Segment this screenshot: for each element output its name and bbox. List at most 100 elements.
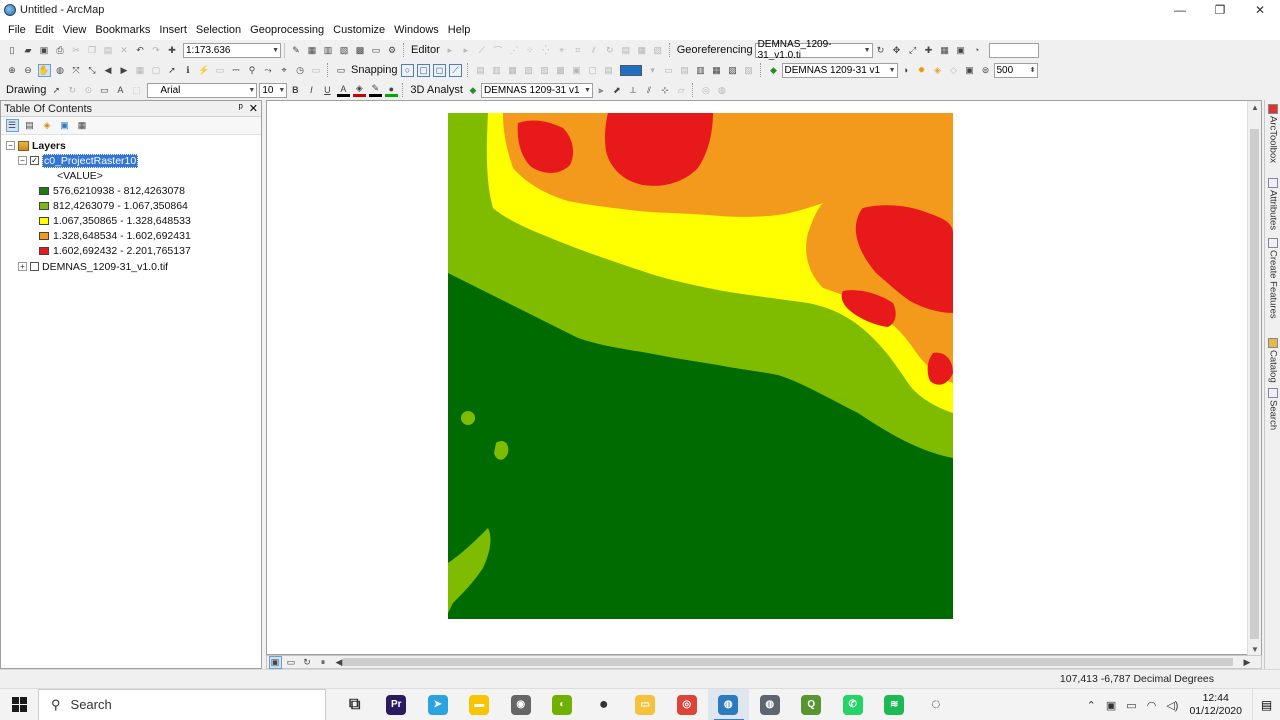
legend-class[interactable]: 576,6210938 - 812,4263078 <box>39 183 185 198</box>
cut-icon[interactable]: ✂ <box>70 44 83 57</box>
clock[interactable]: 12:44 01/12/2020 <box>1189 692 1242 718</box>
taskbar-app-nvidia[interactable]: ◐ <box>542 689 584 720</box>
dock-tab-catalog[interactable]: Catalog <box>1266 338 1280 383</box>
battery-icon[interactable]: ▭ <box>1126 699 1136 712</box>
taskbar-app-file-explorer[interactable]: ▭ <box>625 689 667 720</box>
save-icon[interactable]: ▣ <box>38 44 51 57</box>
collapse-icon[interactable]: − <box>18 156 27 165</box>
raster-tool11-icon[interactable]: ▤ <box>678 64 691 77</box>
dock-tab-create-features[interactable]: Create Features <box>1266 238 1280 319</box>
select-elements-icon[interactable]: ➚ <box>166 64 179 77</box>
python-window-icon[interactable]: ▭ <box>370 44 383 57</box>
menu-customize[interactable]: Customize <box>329 24 389 36</box>
pin-icon[interactable]: ᵖ <box>239 102 243 115</box>
print-icon[interactable]: ⎙ <box>54 44 67 57</box>
zoom-whole-icon[interactable]: ⊙ <box>82 84 95 97</box>
analyst-layer-combo[interactable]: DEMNAS 1209-31 v1 ▼ <box>480 82 593 98</box>
rotate-draw-icon[interactable]: ↻ <box>66 84 79 97</box>
delete-icon[interactable]: ✕ <box>118 44 131 57</box>
list-by-selection-icon[interactable]: ▣ <box>58 119 71 132</box>
editor-menu[interactable]: Editor <box>411 44 440 56</box>
raster-tool6-icon[interactable]: ▩ <box>554 64 567 77</box>
minimize-button[interactable]: — <box>1160 0 1200 20</box>
undo-icon[interactable]: ↶ <box>134 44 147 57</box>
zoom-out-icon[interactable]: ⊖ <box>22 64 35 77</box>
raster-tool5-icon[interactable]: ▨ <box>538 64 551 77</box>
viewer-window-icon[interactable]: ▭ <box>310 64 323 77</box>
scroll-right-icon[interactable]: ▶ <box>1241 656 1254 669</box>
raster-tool8-icon[interactable]: ▢ <box>586 64 599 77</box>
dem-raster[interactable] <box>448 113 953 619</box>
interpolate-point-icon[interactable]: ⊹ <box>658 84 671 97</box>
effect-value-combo[interactable]: 500 ⬍ <box>993 62 1038 78</box>
raster-tool3-icon[interactable]: ▦ <box>506 64 519 77</box>
raster-tool9-icon[interactable]: ▤ <box>602 64 615 77</box>
list-by-source-icon[interactable]: ▤ <box>23 119 36 132</box>
arctoolbox-icon[interactable]: ▩ <box>354 44 367 57</box>
dock-tab-arctoolbox[interactable]: ArcToolbox <box>1266 104 1280 163</box>
collapse-icon[interactable]: − <box>6 141 15 150</box>
raster-tool2-icon[interactable]: ▥ <box>490 64 503 77</box>
interpolate-line-icon[interactable]: ⫽ <box>642 84 655 97</box>
contrast-icon[interactable]: ◑ <box>899 64 912 77</box>
menu-file[interactable]: File <box>4 24 30 36</box>
map-scale-combo[interactable]: 1:173.636 ▼ <box>183 42 281 58</box>
copy-icon[interactable]: ❐ <box>86 44 99 57</box>
edit-vertices-icon[interactable]: ⁛ <box>539 44 552 57</box>
create-features-icon[interactable]: ▧ <box>651 44 664 57</box>
taskbar-app-qgis[interactable]: Q <box>791 689 833 720</box>
new-icon[interactable]: ▯ <box>6 44 19 57</box>
expand-icon[interactable]: + <box>18 262 27 271</box>
taskbar-app-arcmap[interactable]: ◍ <box>707 688 749 720</box>
legend-class[interactable]: 812,4263079 - 1.067,350864 <box>39 198 188 213</box>
georef-input[interactable] <box>988 42 1039 58</box>
snapping-menu[interactable]: Snapping <box>351 64 398 76</box>
raster-tool1-icon[interactable]: ▤ <box>474 64 487 77</box>
layer-name[interactable]: c0_ProjectRaster10 <box>42 153 139 168</box>
raster-tool10-icon[interactable]: ▭ <box>662 64 675 77</box>
taskbar-app-sticky-notes[interactable]: ▬ <box>459 689 501 720</box>
model-builder-icon[interactable]: ⚙ <box>386 44 399 57</box>
font-color-icon[interactable]: A <box>336 84 350 97</box>
scroll-up-icon[interactable]: ▲ <box>1248 103 1262 112</box>
edit-annotation-icon[interactable]: ▸ <box>459 44 472 57</box>
taskbar-app-premiere[interactable]: Pr <box>376 689 418 720</box>
close-button[interactable]: ✕ <box>1240 0 1280 20</box>
pan-icon[interactable]: ✋ <box>37 63 51 77</box>
full-extent-icon[interactable]: ◍ <box>54 64 67 77</box>
rotate-georef-icon[interactable]: ↻ <box>874 44 887 57</box>
effects-layer-combo[interactable]: DEMNAS 1209-31 v1 ▼ <box>781 62 898 78</box>
legend-class[interactable]: 1.602,692432 - 2.201,765137 <box>39 243 191 258</box>
search-window-icon[interactable]: ▧ <box>338 44 351 57</box>
pause-drawing-icon[interactable]: ⏸ <box>317 656 330 669</box>
taskbar-app-obs[interactable]: ● <box>583 689 625 720</box>
attributes-icon[interactable]: ▤ <box>619 44 632 57</box>
zoom-in-icon[interactable]: ⊕ <box>6 64 19 77</box>
profile-graph-icon[interactable]: ▱ <box>674 84 687 97</box>
transparency-icon[interactable]: ◈ <box>931 64 944 77</box>
catalog-window-icon[interactable]: ▥ <box>322 44 335 57</box>
split-icon[interactable]: ⫽ <box>587 44 600 57</box>
clear-selection-icon[interactable]: ▢ <box>150 64 163 77</box>
underline-button[interactable]: U <box>321 84 334 97</box>
edge-snapping-icon[interactable]: ⟋ <box>449 63 462 77</box>
raster-tool4-icon[interactable]: ▧ <box>522 64 535 77</box>
layer-row[interactable]: − ✓ c0_ProjectRaster10 <box>18 153 139 168</box>
menu-geoprocessing[interactable]: Geoprocessing <box>246 24 328 36</box>
wifi-icon[interactable]: ◠ <box>1147 699 1157 712</box>
taskbar-search[interactable]: ⚲ Search <box>38 688 326 720</box>
edit-vertices-draw-icon[interactable]: ⬚ <box>130 84 143 97</box>
map-vertical-scrollbar[interactable]: ▲ ▼ <box>1247 101 1261 656</box>
brightness-icon[interactable]: ✹ <box>915 64 928 77</box>
bold-button[interactable]: B <box>289 84 302 97</box>
hyperlink-icon[interactable]: ⚡ <box>198 64 211 77</box>
end-point-arc-icon[interactable]: ⌒ <box>491 44 504 57</box>
dock-tab-attributes[interactable]: Attributes <box>1266 178 1280 230</box>
html-popup-icon[interactable]: ▭ <box>214 64 227 77</box>
flicker-icon[interactable]: ▣ <box>963 64 976 77</box>
dock-tab-search[interactable]: Search <box>1266 388 1280 430</box>
horizontal-scroll-thumb[interactable] <box>343 658 1233 666</box>
refresh-icon[interactable]: ↻ <box>301 656 314 669</box>
select-elements-draw-icon[interactable]: ➚ <box>50 84 63 97</box>
scale-icon[interactable]: ⤢ <box>906 44 919 57</box>
